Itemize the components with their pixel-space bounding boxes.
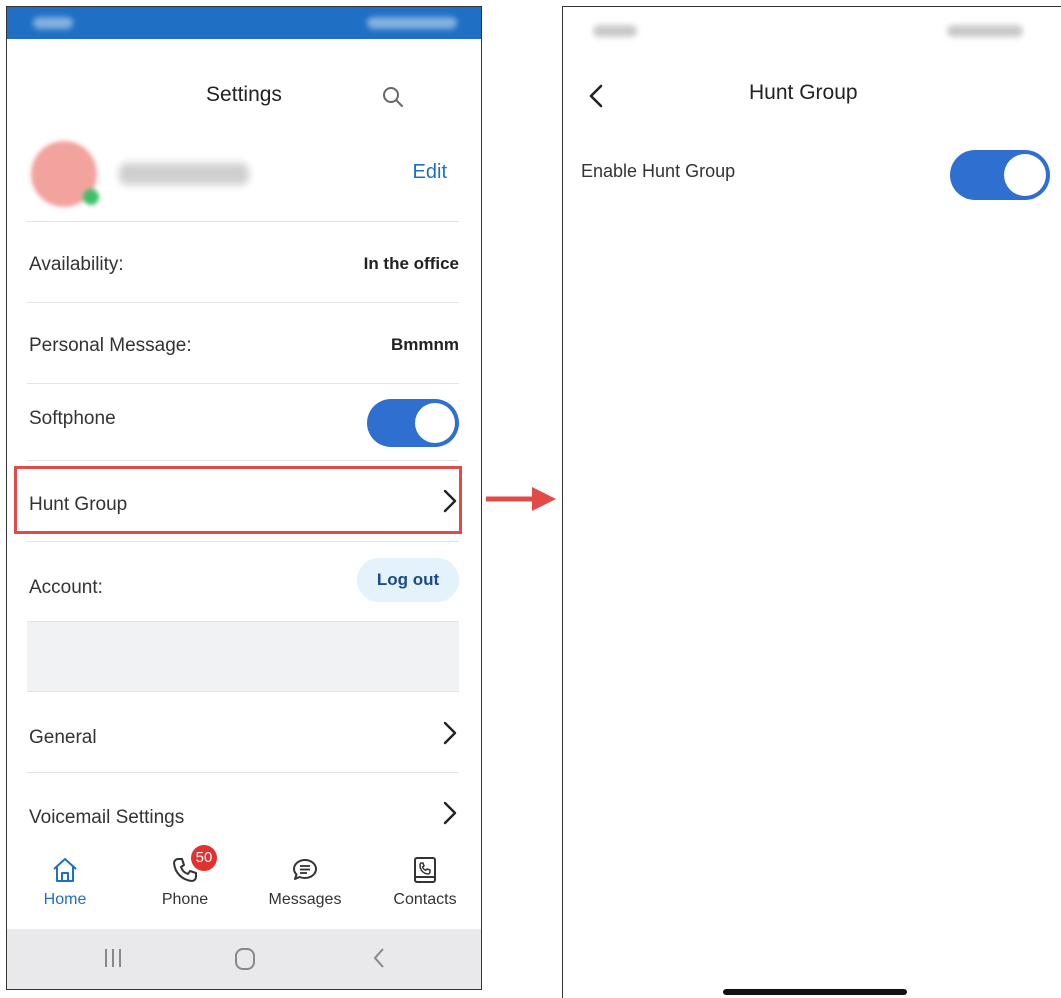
personal-message-label: Personal Message: — [29, 335, 192, 356]
account-row: Account: Log out — [27, 541, 459, 622]
chevron-right-icon — [443, 801, 457, 825]
page-title: Settings — [206, 83, 282, 106]
back-chevron-icon[interactable] — [587, 83, 605, 109]
status-bar — [563, 7, 1061, 39]
edit-profile-button[interactable]: Edit — [413, 161, 447, 184]
hunt-group-header: Hunt Group — [563, 77, 1061, 117]
softphone-toggle[interactable] — [367, 399, 459, 447]
account-label: Account: — [29, 577, 103, 598]
search-icon[interactable] — [381, 85, 405, 109]
availability-row[interactable]: Availability: In the office — [27, 221, 459, 302]
voicemail-settings-label: Voicemail Settings — [29, 807, 185, 828]
home-icon — [53, 858, 77, 882]
status-bar — [7, 7, 481, 39]
personal-message-value: Bmmnm — [390, 335, 459, 354]
recent-apps-icon[interactable] — [103, 947, 123, 969]
red-arrow-icon — [486, 487, 556, 511]
missed-calls-badge: 50 — [191, 845, 217, 871]
page-title: Hunt Group — [749, 81, 858, 104]
availability-value: In the office — [363, 254, 459, 273]
section-divider — [27, 621, 459, 692]
tab-messages[interactable]: Messages — [259, 837, 351, 909]
tab-messages-label: Messages — [268, 891, 342, 908]
contacts-book-icon — [414, 857, 436, 883]
settings-screen: Settings Edit Availability: In the offic… — [6, 6, 482, 990]
personal-message-row[interactable]: Personal Message: Bmmnm — [27, 302, 459, 383]
system-navigation-bar — [7, 929, 481, 989]
tab-home-label: Home — [43, 891, 87, 908]
voicemail-settings-row[interactable]: Voicemail Settings — [27, 772, 459, 839]
presence-indicator — [83, 189, 99, 205]
hunt-group-screen: Hunt Group Enable Hunt Group — [562, 6, 1061, 998]
tab-phone[interactable]: 50 Phone — [139, 837, 231, 909]
user-name-redacted — [119, 163, 249, 185]
bottom-tab-bar: Home 50 Phone Messages Contacts — [7, 837, 481, 929]
profile-card: Edit — [27, 135, 461, 221]
home-indicator — [723, 989, 907, 995]
avatar — [31, 141, 99, 207]
tab-contacts[interactable]: Contacts — [379, 837, 471, 909]
chat-bubble-icon — [293, 859, 317, 880]
availability-label: Availability: — [29, 254, 124, 275]
enable-hunt-group-toggle[interactable] — [950, 150, 1050, 200]
tab-contacts-label: Contacts — [393, 891, 457, 908]
home-circle-icon[interactable] — [233, 947, 257, 971]
highlight-box — [14, 466, 462, 534]
softphone-row: Softphone — [27, 383, 459, 460]
enable-hunt-group-label: Enable Hunt Group — [581, 161, 736, 181]
softphone-label: Softphone — [29, 408, 116, 429]
general-row[interactable]: General — [27, 691, 459, 772]
chevron-right-icon — [443, 721, 457, 745]
log-out-button[interactable]: Log out — [357, 558, 459, 602]
tab-phone-label: Phone — [161, 891, 209, 908]
tab-home[interactable]: Home — [19, 837, 111, 909]
back-chevron-icon[interactable] — [372, 947, 386, 969]
settings-header: Settings — [7, 79, 481, 119]
general-label: General — [29, 727, 97, 748]
